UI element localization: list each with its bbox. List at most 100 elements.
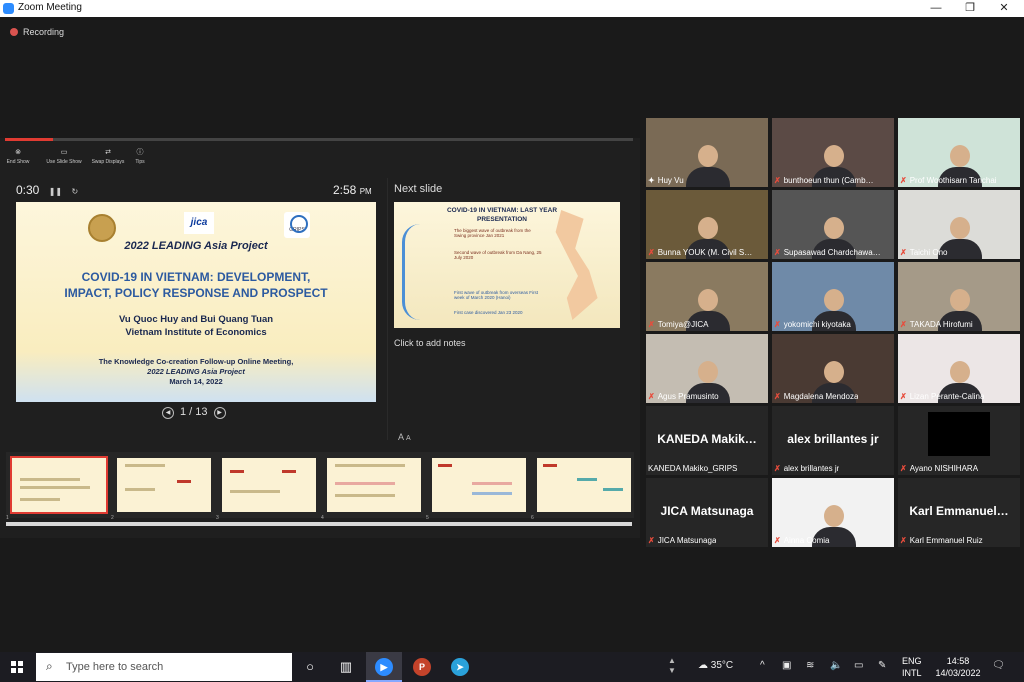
participant-name-label: KANEDA Makiko_GRIPS (648, 464, 738, 473)
tray-scroll-icon[interactable]: ▲ ▼ (668, 656, 676, 676)
thumbnail-scrollbar[interactable] (6, 522, 632, 526)
participant-name-label: ✦ Huy Vu (648, 176, 684, 185)
end-show-icon: ⊗ (15, 149, 21, 156)
recording-indicator[interactable]: Recording (10, 27, 64, 37)
participant-tile[interactable]: Karl Emmanuel… ✗ Karl Emmanuel Ruiz (898, 478, 1020, 547)
participant-tile[interactable]: ✗ Supasawad Chardchawa… (772, 190, 894, 259)
muted-mic-icon: ✗ (648, 320, 655, 329)
decrease-font-button[interactable]: A (406, 435, 411, 442)
tips-button[interactable]: ⓘ Tips (120, 148, 160, 165)
slide-thumbnail[interactable]: 4 (321, 458, 421, 521)
meet-now-icon[interactable]: ▣ (782, 660, 791, 671)
participant-tile[interactable]: alex brillantes jr ✗ alex brillantes jr (772, 406, 894, 475)
participant-tile[interactable]: ✗ TAKADA Hirofumi (898, 262, 1020, 331)
participant-tile[interactable]: ✗ bunthoeun thun (Camb… (772, 118, 894, 187)
taskbar-zoom[interactable]: ▶ (366, 652, 402, 682)
participant-tile[interactable]: ✗ Ayano NISHIHARA (898, 406, 1020, 475)
search-icon: ⌕ (46, 659, 53, 673)
muted-mic-icon: ✗ (900, 536, 907, 545)
next-slide-note: The biggest wave of outbreak from the Sw… (454, 228, 531, 238)
slide-thumbnail[interactable]: 6 (531, 458, 631, 521)
participant-name-label: ✗ Ainna Comia (774, 536, 830, 545)
slideshow-progress (5, 138, 633, 141)
telegram-app-icon: ➤ (451, 658, 469, 676)
slide-show-icon: ▭ (60, 149, 68, 156)
slide-project: 2022 LEADING Asia Project (124, 240, 268, 252)
participant-tile[interactable]: ✗ Prof Woothisarn Tanchai (898, 118, 1020, 187)
pause-timer-icon[interactable]: ❚❚ (49, 187, 62, 196)
date: 14/03/2022 (935, 668, 981, 678)
previous-slide-icon[interactable]: ◀ (162, 407, 174, 419)
participant-tile[interactable]: ✗ Ainna Comia (772, 478, 894, 547)
participant-tile[interactable]: ✦ Huy Vu (646, 118, 768, 187)
task-view-icon[interactable]: ▥ (336, 657, 356, 677)
participant-name-label: ✗ bunthoeun thun (Camb… (774, 176, 874, 185)
increase-font-button[interactable]: A (398, 432, 404, 442)
battery-icon[interactable]: ▭ (854, 660, 863, 671)
volume-icon[interactable]: 🔈 (830, 660, 842, 671)
muted-mic-icon: ✗ (900, 464, 907, 473)
next-slide-timeline (402, 224, 439, 320)
muted-mic-icon: ✗ (900, 176, 907, 185)
use-slide-show-button[interactable]: ▭ Use Slide Show (44, 148, 84, 165)
participant-tile[interactable]: JICA Matsunaga ✗ JICA Matsunaga (646, 478, 768, 547)
pane-divider[interactable] (387, 178, 388, 440)
pen-icon[interactable]: ✎ (878, 660, 886, 671)
next-slide-preview[interactable]: COVID-19 IN VIETNAM: LAST YEAR PRESENTAT… (394, 202, 620, 328)
weather-widget[interactable]: ☁ 35°C (698, 660, 733, 671)
elapsed-time: 0:30 (16, 183, 40, 197)
slide-thumbnail[interactable]: 5 (426, 458, 526, 521)
participant-name-label: ✗ TAKADA Hirofumi (900, 320, 973, 329)
restore-button[interactable]: ❐ (953, 0, 987, 17)
time: 14:58 (946, 656, 970, 666)
search-box[interactable]: ⌕ Type here to search (36, 653, 292, 681)
participant-display-name: JICA Matsunaga (660, 504, 754, 518)
participant-tile[interactable]: ✗ yokomichi kiyotaka (772, 262, 894, 331)
info-icon: ⓘ (136, 149, 144, 156)
network-icon[interactable]: ≋ (806, 660, 814, 671)
next-slide-label: Next slide (394, 183, 443, 195)
reset-timer-icon[interactable]: ↻ (71, 187, 78, 196)
close-button[interactable]: ✕ (987, 0, 1021, 17)
title-bar: Zoom Meeting — ❐ ✕ (0, 0, 1024, 17)
slide-authors: Vu Quoc Huy and Bui Quang Tuan (118, 314, 274, 325)
taskbar-powerpoint[interactable]: P (404, 652, 440, 682)
participant-tile[interactable]: ✗ Magdalena Mendoza (772, 334, 894, 403)
participant-name-label: ✗ Magdalena Mendoza (774, 392, 859, 401)
minimize-button[interactable]: — (919, 0, 953, 17)
participant-tile[interactable]: ✗ Agus Pramusinto (646, 334, 768, 403)
taskbar-telegram[interactable]: ➤ (442, 652, 478, 682)
participant-name-label: ✗ Taichi Ono (900, 248, 948, 257)
participant-tile[interactable]: ✗ Tomiya@JICA (646, 262, 768, 331)
jica-logo: jica (184, 212, 214, 234)
current-slide[interactable]: jica GRIPS 2022 LEADING Asia Project COV… (16, 202, 376, 402)
participant-tile[interactable]: ✗ Bunna YOUK (M. Civil S… (646, 190, 768, 259)
participant-tile[interactable]: ✗ Lizan Perante-Calina (898, 334, 1020, 403)
participant-name-label: ✗ Tomiya@JICA (648, 320, 709, 329)
slide-thumbnails: 1 2 3 4 5 6 (6, 452, 634, 521)
participant-tile[interactable]: ✗ Taichi Ono (898, 190, 1020, 259)
end-show-button[interactable]: ⊗ End Show (0, 148, 38, 165)
input-language[interactable]: ENG INTL (902, 655, 922, 679)
participant-name-label: ✗ yokomichi kiyotaka (774, 320, 851, 329)
participant-name-label: ✗ Karl Emmanuel Ruiz (900, 536, 983, 545)
notifications-icon[interactable]: 🗨 (992, 660, 1005, 671)
muted-mic-icon: ✗ (774, 248, 781, 257)
slide-thumbnail[interactable]: 1 (6, 456, 108, 521)
windows-start-icon[interactable] (11, 661, 23, 673)
show-hidden-icons-icon[interactable]: ^ (760, 660, 765, 671)
speaker-notes[interactable]: Click to add notes (394, 338, 466, 348)
grips-logo: GRIPS (284, 212, 310, 238)
slide-thumbnail[interactable]: 2 (111, 458, 211, 521)
muted-mic-icon: ✗ (900, 392, 907, 401)
participant-name-label: ✗ Supasawad Chardchawa… (774, 248, 881, 257)
participant-name-label: ✗ JICA Matsunaga (648, 536, 717, 545)
participant-name-label: ✗ Agus Pramusinto (648, 392, 719, 401)
next-slide-icon[interactable]: ▶ (213, 407, 226, 419)
participant-tile[interactable]: KANEDA Makik… KANEDA Makiko_GRIPS (646, 406, 768, 475)
cortana-icon[interactable]: ○ (300, 657, 320, 677)
slide-thumbnail[interactable]: 3 (216, 458, 316, 521)
taskbar-clock[interactable]: 14:58 14/03/2022 (930, 655, 986, 679)
slide-navigation: ◀ 1 / 13 ▶ (156, 406, 232, 419)
participant-video (928, 412, 990, 456)
